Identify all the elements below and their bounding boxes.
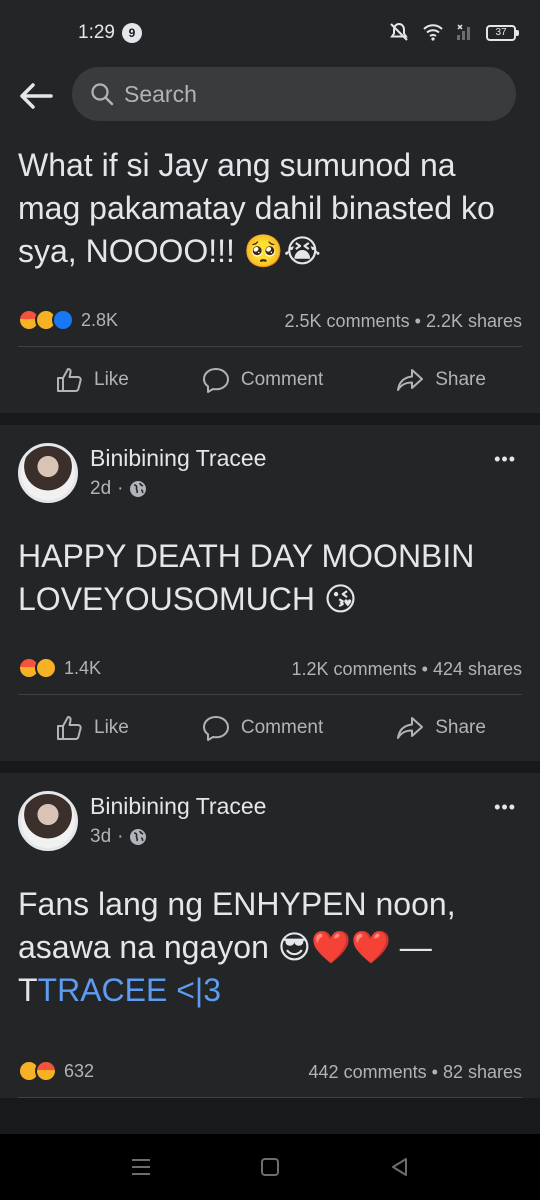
- like-label: Like: [94, 369, 129, 390]
- comment-label: Comment: [240, 369, 324, 390]
- post-separator: [0, 761, 540, 773]
- comment-count[interactable]: 442 comments: [309, 1062, 427, 1082]
- post-meta: 2d ·: [90, 478, 147, 500]
- share-button[interactable]: Share: [395, 713, 486, 743]
- share-arrow-icon: [397, 369, 424, 391]
- thumbs-up-icon: [57, 368, 82, 392]
- share-label: Share: [435, 369, 486, 390]
- post-header: Binibining Tracee 2d · •••: [0, 425, 540, 535]
- hashtag-link[interactable]: TRACEE <|3: [38, 972, 221, 1008]
- share-count[interactable]: 82 shares: [443, 1062, 522, 1082]
- comment-label: Comment: [240, 717, 324, 738]
- author-name[interactable]: Binibining Tracee: [90, 793, 266, 820]
- recent-apps-icon[interactable]: [128, 1154, 154, 1180]
- haha-reaction-icon: [35, 657, 57, 679]
- angry-reaction-icon: [35, 1060, 57, 1082]
- comment-count[interactable]: 1.2K comments: [292, 659, 417, 679]
- separator-dot: •: [421, 659, 428, 679]
- engagement-counts: 1.2K comments • 424 shares: [292, 659, 522, 680]
- post-stats: 2.8K 2.5K comments • 2.2K shares: [18, 295, 522, 347]
- globe-icon: [130, 829, 147, 845]
- status-bar: 1:29 9 37: [0, 0, 540, 62]
- share-count[interactable]: 424 shares: [433, 659, 522, 679]
- engagement-counts: 442 comments • 82 shares: [309, 1062, 522, 1083]
- home-icon[interactable]: [257, 1154, 283, 1180]
- comment-button[interactable]: Comment: [201, 365, 323, 395]
- post-card: Binibining Tracee 2d · ••• HAPPY DEATH D…: [0, 425, 540, 761]
- post-time[interactable]: 2d: [90, 478, 111, 500]
- search-icon: [91, 83, 114, 106]
- post-text: HAPPY DEATH DAY MOONBIN LOVEYOUSOMUCH 😘: [18, 538, 475, 617]
- like-reaction-icon: [52, 309, 74, 331]
- comment-bubble-icon: [202, 368, 229, 393]
- post-text: Fans lang ng ENHYPEN noon, asawa na ngay…: [0, 883, 540, 1046]
- status-icons: 37: [388, 22, 519, 45]
- post-time[interactable]: 3d: [90, 826, 111, 848]
- post-header: Binibining Tracee 3d · •••: [0, 773, 540, 883]
- like-button[interactable]: Like: [54, 365, 129, 395]
- post-actions: Like Comment Share: [0, 695, 540, 761]
- author-name[interactable]: Binibining Tracee: [90, 445, 266, 472]
- reaction-count: 632: [64, 1060, 95, 1081]
- back-nav-icon[interactable]: [387, 1154, 413, 1180]
- globe-icon: [130, 481, 147, 497]
- post-actions: Like Comment Share: [0, 347, 540, 413]
- share-label: Share: [435, 717, 486, 738]
- post-stats: 632 442 comments • 82 shares: [18, 1046, 522, 1098]
- reaction-count: 2.8K: [81, 309, 119, 330]
- comment-button[interactable]: Comment: [201, 713, 323, 743]
- reaction-count: 1.4K: [64, 657, 102, 678]
- back-arrow-icon: [20, 83, 53, 109]
- separator-dot: •: [431, 1062, 438, 1082]
- notification-count-badge: 9: [122, 23, 142, 43]
- share-count[interactable]: 2.2K shares: [426, 311, 522, 331]
- battery-icon: 37: [486, 25, 519, 41]
- reaction-summary[interactable]: 2.8K: [18, 309, 118, 331]
- search-header: [0, 62, 540, 130]
- share-arrow-icon: [397, 717, 424, 739]
- post-separator: [0, 413, 540, 425]
- post-text: What if si Jay ang sumunod na mag pakama…: [18, 147, 495, 269]
- engagement-counts: 2.5K comments • 2.2K shares: [285, 311, 522, 332]
- meta-dot: ·: [117, 478, 124, 499]
- more-options-icon[interactable]: •••: [494, 797, 516, 818]
- post-card: What if si Jay ang sumunod na mag pakama…: [0, 130, 540, 413]
- comment-bubble-icon: [202, 716, 229, 741]
- reaction-summary[interactable]: 632: [18, 1060, 94, 1082]
- avatar[interactable]: [18, 443, 78, 503]
- search-input[interactable]: [124, 80, 484, 108]
- thumbs-up-icon: [57, 716, 82, 740]
- avatar[interactable]: [18, 791, 78, 851]
- post-card: Binibining Tracee 3d · ••• Fans lang ng …: [0, 773, 540, 1098]
- status-time: 1:29: [78, 22, 115, 43]
- back-button[interactable]: [14, 74, 58, 118]
- wifi-icon: [422, 23, 444, 44]
- search-results-feed[interactable]: What if si Jay ang sumunod na mag pakama…: [0, 130, 540, 1134]
- share-button[interactable]: Share: [395, 365, 486, 395]
- system-navigation-bar: [0, 1134, 540, 1200]
- reaction-summary[interactable]: 1.4K: [18, 657, 101, 679]
- separator-dot: •: [414, 311, 421, 331]
- like-label: Like: [94, 717, 129, 738]
- signal-icon: [456, 23, 474, 44]
- like-button[interactable]: Like: [54, 713, 129, 743]
- silent-bell-icon: [388, 22, 410, 45]
- post-meta: 3d ·: [90, 826, 147, 848]
- comment-count[interactable]: 2.5K comments: [285, 311, 410, 331]
- search-bar[interactable]: [72, 67, 516, 121]
- meta-dot: ·: [117, 826, 124, 847]
- post-stats: 1.4K 1.2K comments • 424 shares: [18, 643, 522, 695]
- more-options-icon[interactable]: •••: [494, 449, 516, 470]
